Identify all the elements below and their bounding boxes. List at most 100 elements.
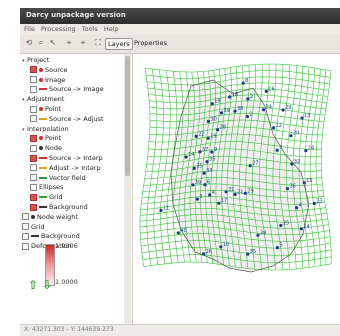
layer-checkbox[interactable] — [30, 144, 37, 152]
point-symbol-icon — [31, 214, 35, 219]
deformation-min: 1.0000 — [55, 278, 78, 286]
cursor-coordinates: X: 43271.303 - Y: 144639.273 — [24, 326, 114, 333]
layer-checkbox[interactable] — [30, 66, 37, 74]
menu-help[interactable]: Help — [104, 25, 119, 33]
layer-label: Point — [45, 134, 62, 143]
point-symbol-icon — [39, 67, 43, 72]
control-point-label: 1 — [249, 112, 252, 118]
layer-label: Node weight — [37, 212, 78, 221]
control-point-label: 28 — [220, 125, 226, 131]
layer-checkbox[interactable] — [30, 76, 37, 84]
control-point-label: 13 — [304, 113, 310, 119]
layer-label: Source -> Adjust — [49, 114, 104, 123]
pin-icon[interactable]: ⌖ — [64, 38, 74, 48]
layer-checkbox[interactable] — [30, 115, 37, 123]
menu-processing[interactable]: Processing — [41, 25, 76, 33]
status-bar: X: 43271.303 - Y: 144639.273 — [20, 324, 340, 336]
layer-label: Project — [27, 56, 50, 64]
layer-row[interactable]: Ellipses — [30, 183, 63, 192]
layer-label: Point — [45, 105, 62, 113]
layer-checkbox[interactable] — [30, 183, 37, 191]
layer-checkbox[interactable] — [22, 242, 29, 250]
layer-label: Interpolation — [27, 124, 69, 133]
sidebar-scrollbar[interactable] — [124, 54, 131, 324]
menu-bar: File Processing Tools Help — [20, 24, 340, 35]
layer-checkbox[interactable] — [30, 164, 37, 172]
layer-row[interactable]: Node — [30, 144, 62, 153]
control-point-label: 14 — [188, 152, 194, 158]
grid-line — [146, 68, 158, 266]
line-symbol-icon — [39, 88, 47, 91]
control-point-label: 25 — [283, 221, 289, 227]
layer-row[interactable]: Background — [30, 203, 88, 212]
deformation-max: 1.9306 — [55, 242, 78, 250]
menu-file[interactable]: File — [24, 25, 35, 33]
layer-row[interactable]: Source -> Image — [30, 85, 104, 94]
layer-checkbox[interactable] — [30, 193, 37, 201]
layer-row[interactable]: ▾ Interpolation — [22, 125, 69, 134]
pin-remove-icon[interactable]: ⌖ — [78, 38, 88, 48]
control-point-label: 35 — [209, 157, 215, 163]
layer-row[interactable]: Point — [30, 134, 61, 143]
layer-row[interactable]: Source — [30, 66, 67, 75]
grid-line — [321, 70, 332, 264]
layer-row[interactable]: Node weight — [22, 213, 78, 222]
layer-row[interactable]: Source -> Adjust — [30, 115, 104, 124]
layer-checkbox[interactable] — [22, 232, 29, 240]
tab-layers[interactable]: Layers — [105, 38, 133, 50]
layer-row[interactable]: Background — [22, 232, 80, 241]
rotate-icon[interactable]: ⟲ — [24, 38, 34, 48]
control-point-label: 10 — [223, 242, 229, 248]
control-point-label: 35 — [250, 249, 256, 255]
zoom-icon[interactable]: ⌕ — [36, 38, 46, 48]
control-point-label: 12 — [276, 123, 282, 129]
control-point-label: 11 — [163, 205, 169, 211]
layer-checkbox[interactable] — [30, 174, 37, 182]
layer-checkbox[interactable] — [30, 154, 37, 162]
control-point-label: 18 — [232, 92, 238, 98]
layer-row[interactable]: Source -> Interp — [30, 154, 103, 163]
layer-row[interactable]: Vector field — [30, 174, 86, 183]
tab-properties[interactable]: Properties — [132, 38, 169, 48]
control-point-label: 22 — [198, 131, 204, 137]
pointer-icon[interactable]: ↖ — [48, 38, 58, 48]
control-point-label: 39 — [195, 180, 201, 186]
move-down-icon[interactable]: ⇩ — [42, 278, 52, 292]
layer-checkbox[interactable] — [30, 134, 37, 142]
layer-checkbox[interactable] — [30, 203, 37, 211]
layer-row[interactable]: Image — [30, 76, 65, 85]
app-title: Darcy unpackage version — [26, 11, 126, 19]
layer-row[interactable]: Grid — [22, 223, 45, 232]
control-point-label: 24 — [308, 146, 314, 152]
control-point-label: 3 — [199, 194, 202, 200]
layer-checkbox[interactable] — [30, 85, 37, 93]
control-point-label: 5 — [279, 243, 282, 249]
layer-row[interactable]: ▾ Adjustment — [22, 95, 64, 104]
control-point-label: 9 — [214, 147, 217, 153]
layer-label: Vector field — [49, 173, 86, 182]
layer-label: Background — [41, 232, 80, 241]
title-bar: Darcy unpackage version — [20, 8, 340, 24]
layer-row[interactable]: ▾ Project — [22, 56, 49, 65]
control-point-label: 17 — [221, 198, 227, 204]
layer-checkbox[interactable] — [30, 105, 37, 113]
menu-tools[interactable]: Tools — [82, 25, 98, 33]
map-canvas[interactable]: 27 3 8 29 14 13 17 19 23 39 16 21 22 24 4 18 24 35 29 31 30 1… — [133, 54, 340, 324]
layer-checkbox[interactable] — [22, 213, 29, 221]
layer-checkbox[interactable] — [22, 223, 29, 231]
control-point-label: 29 — [247, 188, 253, 194]
layer-label: Grid — [31, 222, 45, 231]
control-point-label: 19 — [214, 99, 220, 105]
line-symbol-icon — [39, 117, 47, 120]
fit-view-icon[interactable]: ⛶ — [93, 38, 103, 48]
move-up-icon[interactable]: ⇧ — [28, 278, 38, 292]
layer-label: Source -> Image — [49, 85, 104, 94]
scrollbar-thumb[interactable] — [125, 56, 130, 176]
toolbar: ⟲ ⌕ ↖ ⌖ ⌖ ⛶ Layers Properties — [20, 35, 340, 54]
layer-row[interactable]: Adjust -> Interp — [30, 164, 101, 173]
line-symbol-icon — [39, 176, 47, 179]
layer-row[interactable]: Grid — [30, 193, 63, 202]
control-point-label: 19 — [210, 133, 216, 139]
control-point-label: 34 — [266, 105, 272, 111]
layer-row[interactable]: Point — [30, 105, 61, 114]
